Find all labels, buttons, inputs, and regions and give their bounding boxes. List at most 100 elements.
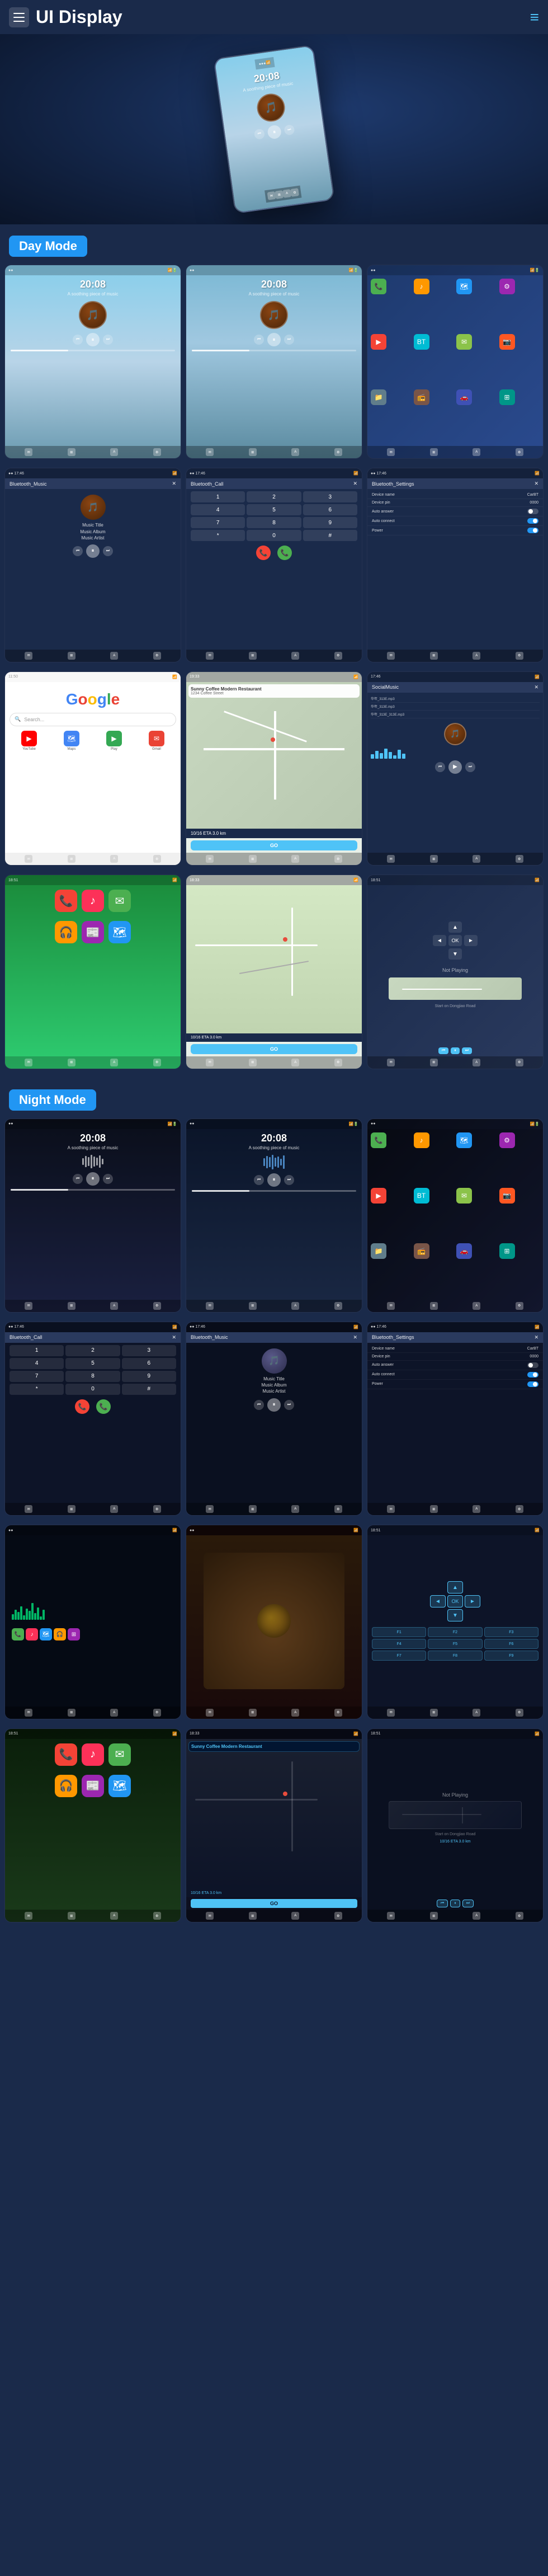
app-files[interactable]: 📁 (371, 389, 386, 405)
app-msg[interactable]: ✉ (456, 334, 472, 350)
icon-apps-nav[interactable]: ⊞ (249, 1059, 257, 1066)
night-auto-connect-toggle[interactable] (527, 1372, 538, 1378)
play-pause-button[interactable]: ⏸ (267, 124, 282, 139)
icon-apps-np[interactable]: ⊞ (430, 1059, 438, 1066)
night-down[interactable]: ▼ (447, 1609, 463, 1621)
night-numpad-star[interactable]: * (10, 1384, 64, 1395)
night-prev-2[interactable]: ⏮ (254, 1175, 264, 1185)
night-app-bt[interactable]: BT (414, 1188, 429, 1204)
icon-apps-ngw[interactable]: ⊞ (68, 1709, 75, 1717)
icon-auto-nnm[interactable]: A (291, 1912, 299, 1920)
icon-auto-set[interactable]: A (473, 652, 480, 660)
icon-email-ni[interactable]: ✉ (25, 1912, 32, 1920)
go-button[interactable]: GO (191, 840, 357, 850)
icon-email-nset[interactable]: ✉ (387, 1505, 395, 1513)
icon-email-call[interactable]: ✉ (206, 652, 214, 660)
night-ios-maps[interactable]: 🗺 (108, 1775, 131, 1797)
mini-music[interactable]: ♪ (26, 1628, 38, 1640)
icon-set-np[interactable]: ⚙ (516, 1059, 523, 1066)
icon-set-ios[interactable]: ⚙ (153, 1059, 161, 1066)
numpad-3[interactable]: 3 (303, 491, 357, 502)
auto-answer-toggle[interactable] (527, 509, 538, 514)
night-app-files[interactable]: 📁 (371, 1243, 386, 1259)
numpad-6[interactable]: 6 (303, 504, 357, 515)
night-ios-news[interactable]: 📰 (82, 1775, 104, 1797)
mini-podcast[interactable]: 🎧 (54, 1628, 66, 1640)
settings-close-icon[interactable]: ✕ (534, 481, 538, 487)
music-file-3[interactable]: 华年_313E_313E.mp3 (371, 711, 540, 718)
social-next[interactable]: ⏭ (465, 762, 475, 772)
ctrl-btn-3[interactable]: ⏭ (462, 1047, 472, 1054)
night-ios-music[interactable]: ♪ (82, 1743, 104, 1766)
icon-apps-nset[interactable]: ⊞ (430, 1505, 438, 1513)
icon-email-3[interactable]: ✉ (387, 448, 395, 456)
night-auto-answer-toggle[interactable] (527, 1362, 538, 1368)
icon-set-map[interactable]: ⚙ (334, 855, 342, 863)
icon-auto-nc[interactable]: A (110, 1505, 118, 1513)
icon-set-nn[interactable]: ⚙ (516, 1709, 523, 1717)
icon-set-bt[interactable]: ⚙ (153, 652, 161, 660)
icon-auto-1[interactable]: A (110, 448, 118, 456)
ios-phone[interactable]: 📞 (55, 890, 77, 912)
night-numpad-6[interactable]: 6 (122, 1358, 176, 1369)
icon-email-ngw[interactable]: ✉ (25, 1709, 32, 1717)
night-app-settings[interactable]: ⚙ (499, 1132, 515, 1148)
left-arrow[interactable]: ◄ (433, 935, 446, 946)
icon-apps-nf[interactable]: ⊞ (249, 1709, 257, 1717)
night-ctrl-1[interactable]: ⏮ (437, 1900, 448, 1907)
icon-set-nnm[interactable]: ⚙ (334, 1912, 342, 1920)
icon-email-n1[interactable]: ✉ (25, 1302, 32, 1310)
app-music[interactable]: ♪ (414, 279, 429, 294)
icon-email-2[interactable]: ✉ (206, 448, 214, 456)
night-ok[interactable]: OK (447, 1595, 463, 1607)
menu-icon[interactable] (9, 7, 29, 27)
play-btn-2[interactable]: ⏸ (267, 333, 281, 346)
night-app-msg[interactable]: ✉ (456, 1188, 472, 1204)
bt-prev[interactable]: ⏮ (73, 546, 83, 556)
icon-email-map[interactable]: ✉ (206, 855, 214, 863)
icon-apps-3[interactable]: ⊞ (430, 448, 438, 456)
icon-set-2[interactable]: ⚙ (334, 448, 342, 456)
icon-auto-ngw[interactable]: A (110, 1709, 118, 1717)
nav-go-btn[interactable]: GO (191, 1044, 357, 1054)
icon-apps-n1[interactable]: ⊞ (68, 1302, 75, 1310)
numpad-7[interactable]: 7 (191, 517, 245, 528)
night-play-1[interactable]: ⏸ (86, 1172, 100, 1186)
icon-set-google[interactable]: ⚙ (153, 855, 161, 863)
icon-auto-nn[interactable]: A (473, 1709, 480, 1717)
night-func-2[interactable]: F2 (428, 1627, 482, 1637)
icon-auto-2[interactable]: A (291, 448, 299, 456)
answer-call-btn[interactable]: 📞 (277, 546, 292, 560)
night-numpad-2[interactable]: 2 (65, 1345, 120, 1356)
night-bt-next[interactable]: ⏭ (284, 1400, 294, 1410)
social-close-icon[interactable]: ✕ (534, 684, 538, 690)
icon-set-ni[interactable]: ⚙ (153, 1912, 161, 1920)
night-bt-prev[interactable]: ⏮ (254, 1400, 264, 1410)
icon-set-n2[interactable]: ⚙ (334, 1302, 342, 1310)
mini-apps-icon[interactable]: ⊞ (68, 1628, 80, 1640)
end-call-btn[interactable]: 📞 (256, 546, 271, 560)
icon-apps-nn[interactable]: ⊞ (430, 1709, 438, 1717)
night-ctrl-2[interactable]: ⏸ (450, 1900, 460, 1907)
night-app-maps[interactable]: 🗺 (456, 1132, 472, 1148)
night-app-youtube[interactable]: ▶ (371, 1188, 386, 1204)
night-func-6[interactable]: F6 (484, 1639, 538, 1649)
night-func-5[interactable]: F5 (428, 1639, 482, 1649)
numpad-hash[interactable]: # (303, 530, 357, 541)
icon-apps-2[interactable]: ⊞ (249, 448, 257, 456)
icon-auto-nf[interactable]: A (291, 1709, 299, 1717)
icon-set-nav[interactable]: ⚙ (334, 1059, 342, 1066)
prev-btn-1[interactable]: ⏮ (73, 335, 83, 345)
icon-email-nnm[interactable]: ✉ (206, 1912, 214, 1920)
icon-set-call[interactable]: ⚙ (334, 652, 342, 660)
play-btn-1[interactable]: ⏸ (86, 333, 100, 346)
prev-button[interactable]: ⏮ (254, 129, 265, 140)
google-search-bar[interactable]: 🔍 Search... (10, 713, 176, 726)
night-ios-phone[interactable]: 📞 (55, 1743, 77, 1766)
icon-set-1[interactable]: ⚙ (153, 448, 161, 456)
icon-email-nc[interactable]: ✉ (25, 1505, 32, 1513)
night-func-8[interactable]: F8 (428, 1651, 482, 1661)
night-numpad-3[interactable]: 3 (122, 1345, 176, 1356)
icon-auto-call[interactable]: A (291, 652, 299, 660)
icon-set-nset[interactable]: ⚙ (516, 1505, 523, 1513)
